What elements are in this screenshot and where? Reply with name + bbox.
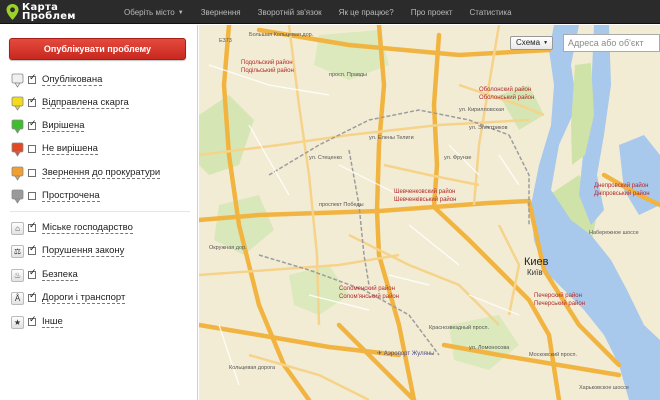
status-filter-row[interactable]: Вирішена xyxy=(10,118,85,134)
map-label-shevchenkovsky-ru: Шевченковский район xyxy=(394,189,456,195)
status-filter-label[interactable]: Вирішена xyxy=(42,120,85,132)
gavel-icon: ⚖ xyxy=(11,244,24,258)
map-label-krasnozvezdny: Краснозвездный просп. xyxy=(429,325,489,331)
chevron-down-icon: ▼ xyxy=(543,40,549,46)
nav-choose-city[interactable]: Оберіть місто ▼ xyxy=(124,8,184,17)
category-filter-row[interactable]: ★ Інше xyxy=(10,314,63,330)
top-navigation-bar: Карта Проблем Оберіть місто ▼ Звернення З… xyxy=(0,0,660,24)
road-icon: Å xyxy=(11,291,24,305)
map-pin-logo-icon xyxy=(6,4,19,20)
star-icon: ★ xyxy=(11,315,24,329)
status-filter-checkbox[interactable] xyxy=(28,119,37,130)
category-filter-checkbox[interactable] xyxy=(28,315,37,326)
status-filter-row[interactable]: Опублікована xyxy=(10,72,103,88)
nav-how-it-works[interactable]: Як це працює? xyxy=(339,8,394,17)
status-filter-checkbox[interactable] xyxy=(28,96,37,107)
nav-about[interactable]: Про проект xyxy=(411,8,453,17)
nav-appeals[interactable]: Звернення xyxy=(201,8,241,17)
map-label-ring-road: Большая Кольцевая дор. xyxy=(249,32,314,38)
status-filter-checkbox[interactable] xyxy=(28,145,36,153)
category-filter-checkbox[interactable] xyxy=(28,291,37,302)
map-canvas xyxy=(199,25,660,400)
map-label-pobedy: проспект Победы xyxy=(319,202,364,208)
airport-icon: ✈ xyxy=(377,351,383,357)
category-filter-label[interactable]: Дороги і транспорт xyxy=(42,292,126,304)
map-label-kiev: Киев xyxy=(524,256,549,268)
status-filter-label[interactable]: Опублікована xyxy=(42,74,103,86)
status-filter-label[interactable]: Прострочена xyxy=(42,190,100,202)
red-marker-icon xyxy=(10,142,25,157)
map-label-solomensky-ru: Соломенский район xyxy=(339,286,395,292)
map-label-lomonosova: ул. Ломоносова xyxy=(469,345,510,351)
category-filter-row[interactable]: ♨ Безпека xyxy=(10,267,78,283)
map-label-shevchenkovsky-ua: Шевченківський район xyxy=(394,197,457,203)
map-label-podolsky-ru: Подольский район xyxy=(241,60,293,66)
main-menu: Оберіть місто ▼ Звернення Зворотній зв'яз… xyxy=(124,0,529,24)
filter-divider xyxy=(10,211,190,212)
map-label-obolonsky-ua: Оболонський район xyxy=(479,95,535,101)
map-label-dneprovsky-ru: Днепровский район xyxy=(594,183,649,189)
category-filter-label[interactable]: Порушення закону xyxy=(42,245,125,257)
map-label-frunze: ул. Фрунзе xyxy=(444,155,472,161)
fire-icon: ♨ xyxy=(11,268,24,282)
map-label-teligi: ул. Елены Телиги xyxy=(369,135,414,141)
map-label-kyiv: Київ xyxy=(527,268,543,277)
map-label-pravdy: просп. Правды xyxy=(329,72,367,78)
logo-text-line2: Проблем xyxy=(22,11,76,22)
status-filter-row[interactable]: Не вирішена xyxy=(10,141,98,157)
category-filter-label[interactable]: Міське господарство xyxy=(42,222,133,234)
status-filter-label[interactable]: Відправлена скарга xyxy=(42,97,129,109)
map-label-airport-text: Аэропорт Жуляны xyxy=(383,351,435,357)
nav-statistics[interactable]: Статистика xyxy=(470,8,512,17)
yellow-marker-icon xyxy=(10,96,25,111)
category-filter-row[interactable]: Å Дороги і транспорт xyxy=(10,290,126,306)
status-filter-checkbox[interactable] xyxy=(28,192,36,200)
address-search-input[interactable] xyxy=(563,34,660,52)
map-label-naberezhnoe: Набережное шоссе xyxy=(589,230,639,236)
map-label-elektrikov: ул. Электриков xyxy=(469,125,508,131)
map-label-dneprovsky-ua: Дніпровський район xyxy=(594,191,650,197)
status-filter-row[interactable]: Звернення до прокуратури xyxy=(10,165,161,181)
map-label-ring-road-south: Кольцевая дорога xyxy=(229,365,276,371)
map-label-obolonsky-ru: Оболонский район xyxy=(479,87,532,93)
map-label-solomensky-ua: Солом'янський район xyxy=(339,294,400,300)
logo[interactable]: Карта Проблем xyxy=(6,2,76,22)
map-label-podolsky-ua: Подільський район xyxy=(241,68,294,74)
map-label-moskovsky: Московский просп. xyxy=(529,352,578,358)
house-icon: ⌂ xyxy=(11,221,24,235)
category-filter-row[interactable]: ⚖ Порушення закону xyxy=(10,243,125,259)
map-type-label: Схема xyxy=(516,38,541,47)
map-label-airport: ✈ Аэропорт Жуляны xyxy=(377,350,435,357)
caret-down-icon: ▼ xyxy=(177,9,184,16)
green-marker-icon xyxy=(10,119,25,134)
status-filter-checkbox[interactable] xyxy=(28,73,37,84)
orange-marker-icon xyxy=(10,166,25,181)
category-filter-checkbox[interactable] xyxy=(28,268,37,279)
status-filter-label[interactable]: Не вирішена xyxy=(42,143,98,155)
map-type-selector[interactable]: Схема ▼ xyxy=(510,36,553,50)
map-label-stetsenko: ул. Стеценко xyxy=(309,155,343,161)
status-filter-label[interactable]: Звернення до прокуратури xyxy=(42,167,161,179)
nav-feedback[interactable]: Зворотній зв'язок xyxy=(258,8,322,17)
gray-marker-icon xyxy=(10,189,25,204)
category-filter-checkbox[interactable] xyxy=(28,221,37,232)
publish-problem-button[interactable]: Опублікувати проблему xyxy=(9,38,186,60)
category-filter-row[interactable]: ⌂ Міське господарство xyxy=(10,220,133,236)
white-marker-icon xyxy=(10,73,25,88)
map-label-e373: E373 xyxy=(219,38,232,44)
map-label-kharkovskoe: Харьковское шоссе xyxy=(579,385,629,391)
category-filter-label[interactable]: Інше xyxy=(42,316,63,328)
category-filter-label[interactable]: Безпека xyxy=(42,269,78,281)
map-label-pechersky-ru: Печерский район xyxy=(534,293,582,299)
status-filter-row[interactable]: Відправлена скарга xyxy=(10,95,129,111)
filter-sidebar: Опублікувати проблему Опублікована Відпра… xyxy=(0,25,198,400)
category-filter-checkbox[interactable] xyxy=(28,244,37,255)
status-filter-checkbox[interactable] xyxy=(28,169,36,177)
nav-choose-city-label: Оберіть місто xyxy=(124,7,175,17)
map-label-okruzhnaya: Окружная дор. xyxy=(209,245,247,251)
map-view[interactable]: Большая Кольцевая дор. E373 Подольский р… xyxy=(199,25,660,400)
map-label-pechersky-ua: Печерський район xyxy=(534,301,586,307)
map-label-kirillovskaya: ул. Кирилловская xyxy=(459,107,505,113)
status-filter-row[interactable]: Прострочена xyxy=(10,188,100,204)
